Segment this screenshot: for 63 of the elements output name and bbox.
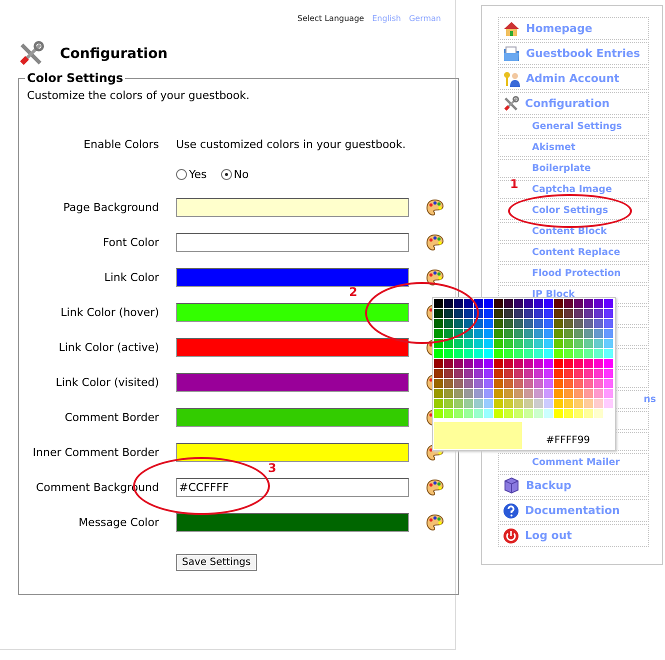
annotation-number: 1 [510, 177, 518, 191]
field-label: Enable Colors [82, 138, 159, 150]
color-value: #FFFF99 [546, 435, 590, 447]
annotation-number: 2 [349, 285, 358, 299]
tools-icon [503, 96, 519, 112]
menu-item[interactable]: Flood Protection [498, 264, 649, 283]
radio-option[interactable]: Yes [176, 168, 207, 180]
field-label: Link Color (hover) [60, 306, 159, 319]
menu-item[interactable]: Comment Mailer [498, 453, 649, 472]
section-description: Customize the colors of your guestbook. [27, 89, 251, 102]
menu-item[interactable]: Akismet [498, 138, 649, 157]
menu-item[interactable]: Content Replace [498, 243, 649, 262]
color-field[interactable] [176, 443, 409, 462]
palette-icon[interactable] [426, 479, 444, 496]
field-label: Inner Comment Border [32, 446, 159, 459]
power-icon [503, 528, 519, 544]
menu-item[interactable]: Admin Account [498, 67, 649, 90]
radio-option[interactable]: No [220, 168, 249, 180]
color-field[interactable] [176, 338, 409, 357]
palette-icon[interactable] [426, 199, 444, 216]
field-label: Font Color [102, 236, 159, 249]
house-icon [503, 20, 520, 36]
menu-item[interactable]: Backup [498, 474, 649, 497]
section-title: Color Settings [26, 71, 124, 85]
tools-icon [18, 41, 44, 67]
color-field[interactable] [176, 268, 409, 287]
menu-item[interactable]: Documentation [498, 499, 649, 522]
menu-item[interactable]: Color Settings [498, 201, 649, 220]
annotation-number: 3 [268, 461, 276, 475]
field-label: Link Color (active) [58, 341, 159, 354]
field-label: Page Background [62, 201, 159, 214]
palette-icon[interactable] [426, 234, 444, 251]
color-swatches[interactable] [434, 299, 613, 418]
color-field[interactable] [176, 303, 409, 322]
help-icon [503, 502, 519, 518]
field-label: Link Color [103, 271, 159, 284]
field-hint: Use customized colors in your guestbook. [176, 138, 407, 150]
field-label: Message Color [78, 516, 159, 529]
color-field[interactable] [176, 233, 409, 252]
color-field[interactable] [176, 198, 409, 217]
cube-icon [503, 477, 520, 494]
color-field[interactable] [176, 373, 409, 392]
menu-item[interactable]: Boilerplate [498, 159, 649, 178]
user-key-icon [503, 70, 520, 86]
language-link[interactable]: German [408, 14, 441, 23]
field-label: Comment Border [64, 411, 159, 424]
menu-item[interactable]: Content Block [498, 222, 649, 241]
language-link[interactable]: English [372, 14, 401, 23]
page-title: Configuration [60, 46, 168, 62]
menu-item[interactable]: Homepage [498, 17, 649, 40]
menu-item[interactable]: General Settings [498, 117, 649, 136]
color-field[interactable] [176, 513, 409, 532]
folder-icon [503, 46, 520, 62]
menu-item[interactable]: Guestbook Entries [498, 42, 649, 65]
color-field[interactable] [176, 408, 409, 427]
menu-item[interactable]: Configuration [498, 92, 649, 115]
menu-item[interactable]: Log out [498, 524, 649, 547]
field-label: Link Color (visited) [54, 376, 159, 389]
palette-icon[interactable] [426, 514, 444, 531]
save-button[interactable]: Save Settings [176, 554, 257, 570]
color-field[interactable]: #CCFFFF [176, 478, 409, 497]
language-label: Select Language [297, 14, 364, 23]
palette-icon[interactable] [426, 269, 444, 286]
